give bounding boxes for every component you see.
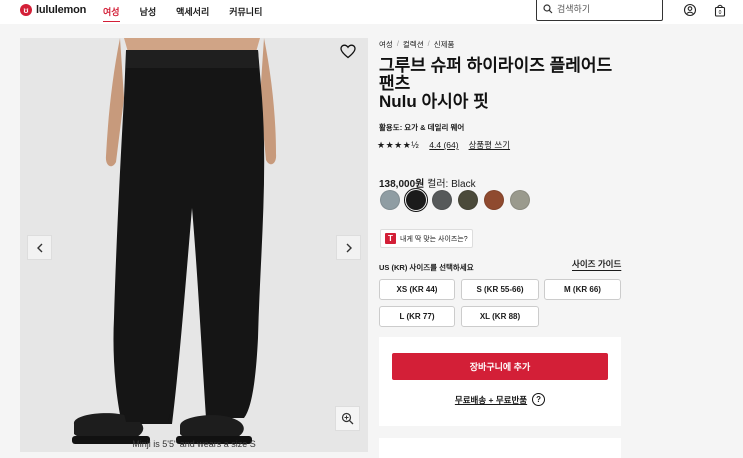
swatch-light-grey-blue[interactable]: [380, 190, 400, 210]
swatch-sage-grey[interactable]: [510, 190, 530, 210]
size-select-label: US (KR) 사이즈를 선택하세요: [379, 263, 474, 272]
secondary-card: [379, 438, 621, 458]
logo-text: lululemon: [36, 4, 87, 16]
size-guide-link[interactable]: 사이즈 가이드: [572, 258, 621, 270]
bag-icon[interactable]: 0: [713, 3, 727, 17]
color-swatches: [380, 187, 530, 213]
search-icon: [543, 3, 553, 13]
purchase-card: 장바구니에 추가 무료배송 + 무료반품 ?: [379, 337, 621, 426]
rating-row: ★★★★½ 4.4 (64) 상품평 쓰기: [377, 139, 510, 151]
site-header: ʊ lululemon 여성 남성 액세서리 커뮤니티 0: [0, 0, 743, 24]
svg-text:0: 0: [719, 10, 722, 16]
rating-count-link[interactable]: 4.4 (64): [429, 140, 458, 150]
shipping-link[interactable]: 무료배송 + 무료반품: [455, 394, 527, 406]
breadcrumb-separator: /: [427, 39, 430, 48]
image-caption: Minji is 5'5" and wears a size S: [132, 439, 256, 449]
breadcrumb-separator: /: [396, 39, 399, 48]
product-title: 그루브 슈퍼 하이라이즈 플레어드 팬츠 Nulu 아시아 핏: [379, 57, 629, 111]
swatch-dark-olive[interactable]: [458, 190, 478, 210]
search-box[interactable]: [536, 0, 663, 21]
fit-finder-badge-icon: T: [385, 233, 396, 244]
nav-item-men[interactable]: 남성: [140, 5, 157, 22]
size-button-xl[interactable]: XL (KR 88): [461, 306, 539, 327]
chevron-right-icon: [346, 243, 352, 252]
product-title-line3: Nulu 아시아 핏: [379, 92, 489, 111]
color-label: 컬러:: [427, 179, 449, 190]
star-rating-icon: ★★★★½: [377, 139, 420, 150]
product-image-panel: Minji is 5'5" and wears a size S: [20, 38, 368, 452]
next-image-button[interactable]: [336, 235, 361, 260]
zoom-button[interactable]: [335, 406, 360, 431]
nav-item-community[interactable]: 커뮤니티: [229, 5, 262, 22]
chevron-left-icon: [36, 243, 42, 252]
zoom-icon: [341, 412, 354, 425]
color-value: Black: [451, 179, 476, 190]
heart-icon[interactable]: [340, 44, 356, 59]
fit-finder-button[interactable]: T 내게 딱 맞는 사이즈는?: [380, 229, 473, 248]
nav-item-accessories[interactable]: 액세서리: [176, 5, 209, 22]
breadcrumb-women[interactable]: 여성: [379, 39, 393, 50]
lululemon-logo[interactable]: ʊ lululemon: [20, 4, 86, 16]
swatch-rust[interactable]: [484, 190, 504, 210]
add-to-cart-button[interactable]: 장바구니에 추가: [392, 353, 608, 380]
search-input[interactable]: [557, 3, 657, 14]
nav-item-women[interactable]: 여성: [103, 5, 120, 22]
product-photo: [72, 38, 277, 444]
price-color-line: 138,000원 컬러: Black: [379, 175, 476, 190]
write-review-link[interactable]: 상품평 쓰기: [469, 139, 510, 151]
swatch-charcoal[interactable]: [432, 190, 452, 210]
account-icon[interactable]: [683, 3, 697, 17]
product-price: 138,000원: [379, 179, 425, 190]
size-button-l[interactable]: L (KR 77): [379, 306, 455, 327]
main-nav: 여성 남성 액세서리 커뮤니티: [103, 5, 262, 22]
help-icon[interactable]: ?: [532, 393, 546, 406]
breadcrumb-collection[interactable]: 컬렉션: [403, 39, 424, 50]
size-button-s[interactable]: S (KR 55-66): [461, 279, 539, 300]
breadcrumb: 여성 / 컬렉션 / 신제품: [379, 39, 454, 50]
shipping-info: 무료배송 + 무료반품 ?: [379, 393, 621, 406]
size-button-m[interactable]: M (KR 66): [544, 279, 621, 300]
swatch-black[interactable]: [403, 187, 429, 213]
product-title-line1: 그루브 슈퍼 하이라이즈 플레어드: [379, 56, 613, 75]
breadcrumb-new[interactable]: 신제품: [434, 39, 455, 50]
logo-mark-icon: ʊ: [20, 4, 32, 16]
product-title-line2: 팬츠: [379, 74, 411, 93]
size-button-xs[interactable]: XS (KR 44): [379, 279, 455, 300]
fit-finder-label: 내게 딱 맞는 사이즈는?: [400, 235, 468, 243]
product-usage: 활용도: 요가 & 데일리 웨어: [379, 123, 465, 132]
prev-image-button[interactable]: [27, 235, 52, 260]
